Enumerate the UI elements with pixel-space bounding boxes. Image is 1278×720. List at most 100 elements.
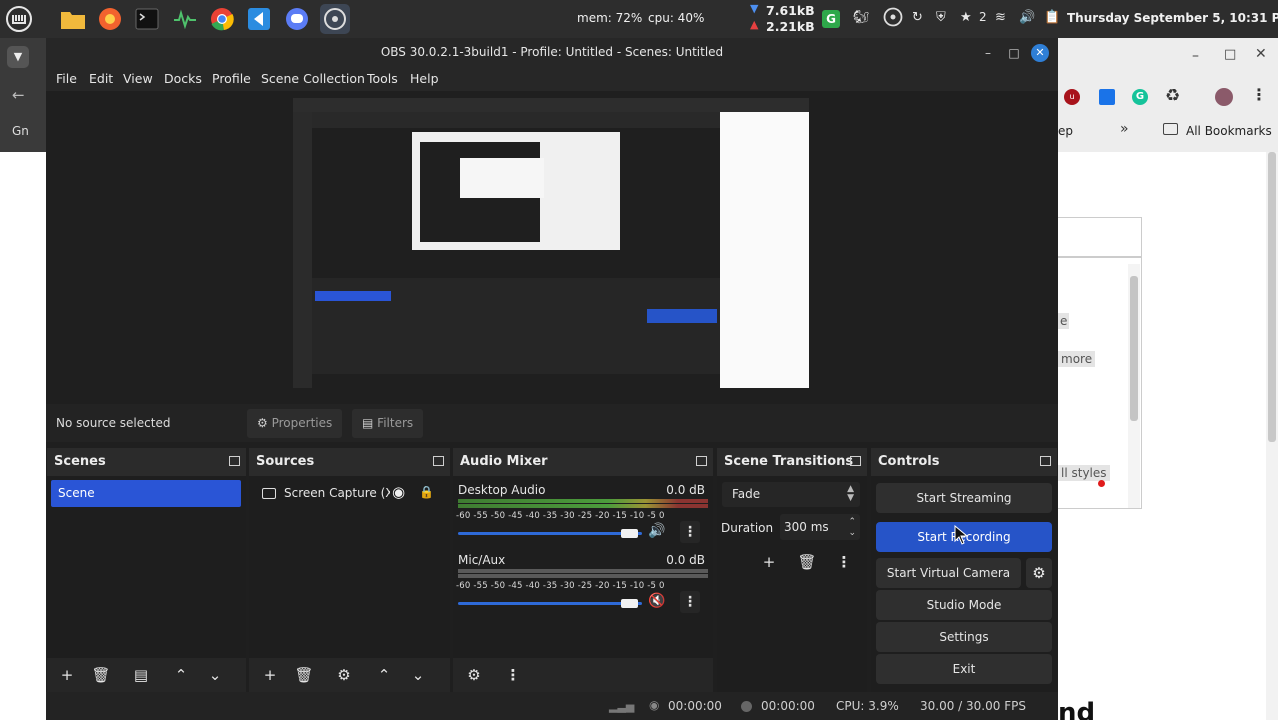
upload-arrow-icon: ▲: [750, 18, 759, 31]
mint-menu-icon[interactable]: [4, 4, 34, 34]
notifications-icon[interactable]: ★: [960, 10, 972, 25]
move-scene-down-icon[interactable]: ⌄: [202, 663, 228, 687]
float-dock-icon[interactable]: [229, 456, 240, 466]
bookmarks-chevron-icon[interactable]: »: [1120, 121, 1129, 137]
add-scene-icon[interactable]: +: [54, 663, 80, 687]
all-bookmarks[interactable]: All Bookmarks: [1186, 124, 1272, 138]
studio-mode-button[interactable]: Studio Mode: [876, 590, 1052, 620]
wifi-icon[interactable]: ≋: [995, 10, 1006, 25]
visibility-eye-icon[interactable]: ◉: [392, 483, 405, 501]
properties-button[interactable]: ⚙ Properties: [247, 409, 343, 438]
move-source-up-icon[interactable]: ⌃: [371, 663, 397, 687]
obs-taskbar-icon[interactable]: [320, 4, 350, 34]
add-source-icon[interactable]: +: [257, 663, 283, 687]
start-virtual-camera-button[interactable]: Start Virtual Camera: [876, 558, 1021, 588]
system-monitor-icon[interactable]: [170, 4, 200, 34]
vscode-icon[interactable]: [244, 4, 274, 34]
extensions-puzzle-icon[interactable]: ♻: [1165, 86, 1180, 106]
preview-canvas[interactable]: [293, 98, 809, 388]
extension-icon[interactable]: [1099, 89, 1115, 105]
duration-value: 300 ms: [784, 520, 829, 534]
bookmark-partial-right[interactable]: ep: [1058, 124, 1073, 138]
float-dock-icon[interactable]: [850, 456, 861, 466]
lock-icon[interactable]: 🔒: [419, 485, 434, 499]
desktop-audio-menu-icon[interactable]: ⋮: [680, 521, 700, 543]
start-streaming-button[interactable]: Start Streaming: [876, 483, 1052, 513]
mic-aux-slider[interactable]: [458, 602, 642, 605]
remove-scene-icon[interactable]: 🗑: [88, 663, 114, 687]
preview-area[interactable]: [46, 91, 1058, 438]
menu-edit[interactable]: Edit: [89, 71, 113, 86]
float-dock-icon[interactable]: [696, 456, 707, 466]
mic-aux-menu-icon[interactable]: ⋮: [680, 591, 700, 613]
chat-app-icon[interactable]: [282, 4, 312, 34]
net-down: 7.61kB: [766, 3, 815, 18]
close-icon[interactable]: ✕: [1255, 46, 1267, 62]
transition-menu-icon[interactable]: ⋮: [831, 550, 857, 574]
menu-docks[interactable]: Docks: [164, 71, 202, 86]
grammarly-extension-icon[interactable]: G: [1132, 89, 1148, 105]
menu-profile[interactable]: Profile: [212, 71, 251, 86]
menu-help[interactable]: Help: [410, 71, 439, 86]
settings-button[interactable]: Settings: [876, 622, 1052, 652]
terminal-icon[interactable]: [132, 4, 162, 34]
scene-item[interactable]: Scene: [51, 480, 241, 507]
menu-view[interactable]: View: [123, 71, 153, 86]
shield-tray-icon[interactable]: ⛨: [936, 10, 946, 25]
bookmark-partial-left[interactable]: Gn: [12, 124, 29, 138]
scene-filters-icon[interactable]: ▤: [128, 663, 154, 687]
page-scrollbar[interactable]: [1266, 152, 1278, 720]
move-source-down-icon[interactable]: ⌄: [405, 663, 431, 687]
chrome-icon[interactable]: [207, 4, 237, 34]
desktop-audio-slider[interactable]: [458, 532, 642, 535]
clipboard-icon[interactable]: 📋: [1044, 10, 1060, 25]
menu-scene-collection[interactable]: Scene Collection: [261, 71, 365, 86]
remove-transition-icon[interactable]: 🗑: [794, 550, 820, 574]
move-scene-up-icon[interactable]: ⌃: [168, 663, 194, 687]
spin-arrows-icon[interactable]: ⌃ ⌄: [848, 517, 856, 539]
obs-title-bar[interactable]: OBS 30.0.2.1-3build1 - Profile: Untitled…: [46, 38, 1058, 67]
ublock-extension-icon[interactable]: u: [1064, 89, 1080, 105]
muted-speaker-icon[interactable]: 🔇: [648, 593, 665, 609]
memory-usage: mem: 72%: [577, 11, 643, 25]
clock[interactable]: Thursday September 5, 10:31 PM: [1067, 11, 1278, 25]
obs-minimize-icon[interactable]: –: [979, 44, 997, 62]
remove-source-icon[interactable]: 🗑: [291, 663, 317, 687]
tab-dropdown-icon[interactable]: ▼: [7, 46, 29, 68]
source-properties-icon[interactable]: ⚙: [331, 663, 357, 687]
update-tray-icon[interactable]: ↻: [912, 10, 923, 25]
squirrel-tray-icon[interactable]: 🐿: [853, 10, 870, 25]
float-dock-icon[interactable]: [1040, 456, 1051, 466]
menu-tools[interactable]: Tools: [367, 71, 398, 86]
desktop-audio-slider-knob[interactable]: [621, 529, 638, 538]
mic-aux-meter-2: [458, 574, 708, 578]
back-arrow-icon[interactable]: ←: [12, 86, 25, 104]
scenes-title: Scenes: [54, 454, 106, 469]
profile-avatar[interactable]: [1215, 88, 1233, 106]
folder-icon[interactable]: [58, 4, 88, 34]
exit-button[interactable]: Exit: [876, 654, 1052, 684]
browser-menu-icon[interactable]: ⋮: [1251, 85, 1267, 104]
inner-scrollbar[interactable]: [1128, 264, 1140, 508]
grammarly-tray-icon[interactable]: G: [822, 10, 840, 28]
obs-close-icon[interactable]: ✕: [1031, 44, 1049, 62]
minimize-icon[interactable]: –: [1192, 48, 1199, 64]
duration-spinbox[interactable]: 300 ms ⌃ ⌄: [780, 514, 860, 540]
volume-icon[interactable]: 🔊: [1019, 10, 1035, 25]
mic-aux-slider-knob[interactable]: [621, 599, 638, 608]
add-transition-icon[interactable]: +: [756, 550, 782, 574]
obs-tray-icon[interactable]: [883, 7, 903, 31]
speaker-icon[interactable]: 🔊: [648, 523, 665, 539]
obs-maximize-icon[interactable]: □: [1005, 44, 1023, 62]
restore-icon[interactable]: □: [1224, 47, 1236, 62]
float-dock-icon[interactable]: [433, 456, 444, 466]
advanced-audio-gear-icon[interactable]: ⚙: [461, 663, 487, 687]
source-item[interactable]: Screen Capture (XS ◉ 🔒: [249, 480, 450, 507]
filters-button[interactable]: ▤ Filters: [352, 409, 424, 438]
mixer-menu-icon[interactable]: ⋮: [500, 663, 526, 687]
desktop-audio-label: Desktop Audio: [458, 483, 546, 497]
firefox-icon[interactable]: [95, 4, 125, 34]
transition-select[interactable]: Fade ▲ ▼: [722, 482, 860, 507]
virtual-camera-gear-icon[interactable]: ⚙: [1026, 558, 1052, 588]
menu-file[interactable]: File: [56, 71, 77, 86]
